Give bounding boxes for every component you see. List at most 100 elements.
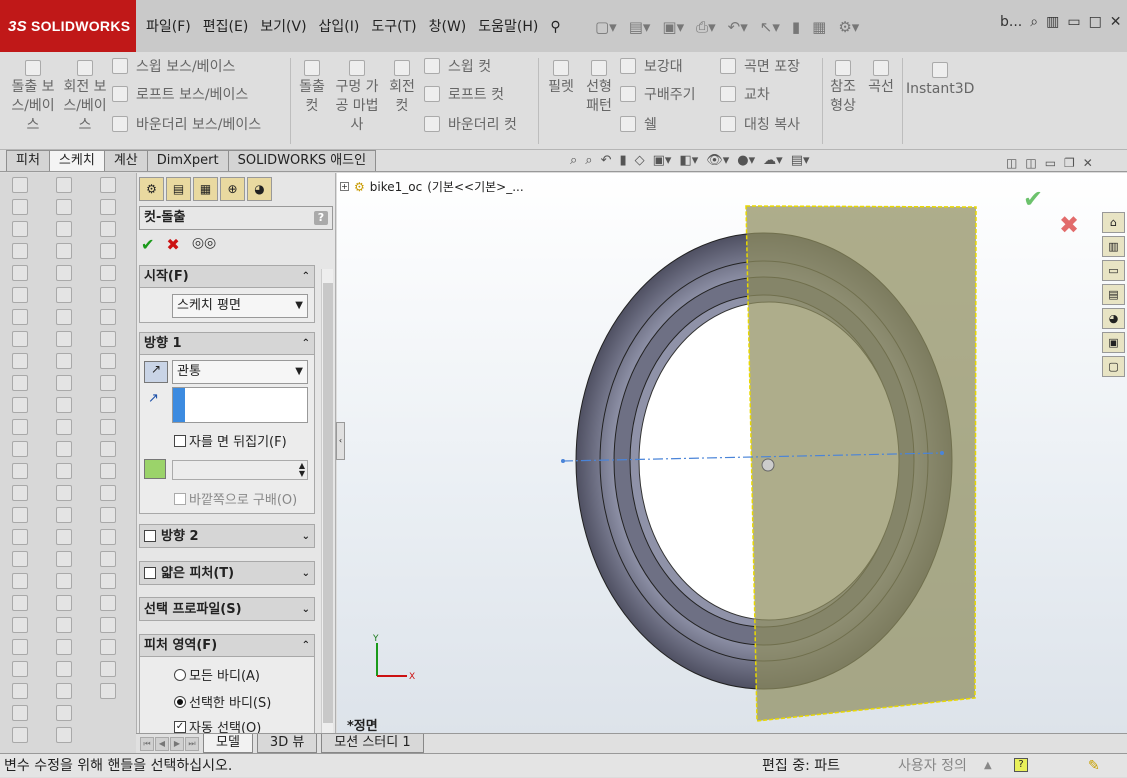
tool-icon[interactable] bbox=[100, 309, 116, 325]
boss-extrude-button[interactable]: 돌출 보스/베이스 bbox=[10, 60, 56, 135]
display-style-icon[interactable]: ◧▾ bbox=[679, 153, 698, 168]
search-commands-icon[interactable]: ⌕ bbox=[1030, 14, 1038, 30]
tool-icon[interactable] bbox=[56, 419, 72, 435]
tool-icon[interactable] bbox=[56, 507, 72, 523]
tool-icon[interactable] bbox=[56, 243, 72, 259]
tool-icon[interactable] bbox=[12, 265, 28, 281]
checkbox-icon[interactable] bbox=[144, 530, 156, 542]
tool-icon[interactable] bbox=[56, 683, 72, 699]
linear-pattern-button[interactable]: 선형 패턴 bbox=[582, 60, 616, 116]
tool-icon[interactable] bbox=[56, 375, 72, 391]
help-icon[interactable]: ? bbox=[314, 211, 328, 225]
split-view-icon[interactable]: ◫ bbox=[1006, 156, 1017, 170]
tool-icon[interactable] bbox=[100, 595, 116, 611]
tab-model[interactable]: 모델 bbox=[203, 734, 253, 753]
cut-extrude-button[interactable]: 돌출 컷 bbox=[294, 60, 330, 116]
handle-point[interactable] bbox=[561, 459, 565, 463]
group-header[interactable]: 시작(F) ⌃ bbox=[140, 266, 314, 288]
maximize-icon[interactable]: □ bbox=[1089, 14, 1102, 30]
tool-icon[interactable] bbox=[12, 353, 28, 369]
feature-manager-tab-icon[interactable]: ⚙ bbox=[139, 177, 164, 201]
tool-icon[interactable] bbox=[100, 243, 116, 259]
cancel-icon[interactable]: ✖ bbox=[166, 235, 179, 254]
tab-dimxpert[interactable]: DimXpert bbox=[146, 150, 229, 171]
last-tab-icon[interactable]: ⏭ bbox=[185, 736, 199, 751]
tool-icon[interactable] bbox=[56, 309, 72, 325]
configuration-manager-tab-icon[interactable]: ▦ bbox=[193, 177, 218, 201]
tool-icon[interactable] bbox=[12, 573, 28, 589]
tool-icon[interactable] bbox=[100, 529, 116, 545]
scene-icon[interactable]: ☁▾ bbox=[763, 153, 783, 168]
ok-icon[interactable]: ✔ bbox=[141, 235, 154, 254]
checkbox-icon[interactable] bbox=[144, 567, 156, 579]
expand-icon[interactable]: ⌄ bbox=[302, 526, 310, 547]
tool-icon[interactable] bbox=[56, 397, 72, 413]
tool-icon[interactable] bbox=[56, 441, 72, 457]
tool-icon[interactable] bbox=[12, 441, 28, 457]
tool-icon[interactable] bbox=[12, 529, 28, 545]
help-icon[interactable]: ? bbox=[1014, 758, 1028, 772]
menu-edit[interactable]: 편집(E) bbox=[197, 14, 255, 40]
doc-restore-icon[interactable]: ▥ bbox=[1046, 14, 1059, 30]
tool-icon[interactable] bbox=[100, 265, 116, 281]
wrap-button[interactable]: 곡면 포장 bbox=[720, 56, 800, 76]
menu-file[interactable]: 파일(F) bbox=[140, 14, 197, 40]
tool-icon[interactable] bbox=[100, 177, 116, 193]
menu-insert[interactable]: 삽입(I) bbox=[313, 14, 366, 40]
flip-side-checkbox[interactable]: 자를 면 뒤집기(F) bbox=[174, 431, 287, 450]
open-icon[interactable]: ▤▾ bbox=[629, 18, 651, 36]
rib-button[interactable]: 보강대 bbox=[620, 56, 683, 76]
tool-icon[interactable] bbox=[56, 661, 72, 677]
tool-icon[interactable] bbox=[100, 353, 116, 369]
mirror-button[interactable]: 대칭 복사 bbox=[720, 114, 800, 134]
draft-outward-checkbox[interactable]: 바깥쪽으로 구배(O) bbox=[174, 489, 297, 508]
boundary-cut-button[interactable]: 바운더리 컷 bbox=[424, 114, 517, 134]
collapse-icon[interactable]: ⌃ bbox=[302, 266, 310, 287]
first-tab-icon[interactable]: ⏮ bbox=[140, 736, 154, 751]
end-condition-select[interactable]: 관통 ▼ bbox=[172, 360, 308, 384]
tab-evaluate[interactable]: 계산 bbox=[103, 150, 148, 171]
appearance-icon[interactable]: ●▾ bbox=[737, 153, 755, 168]
tool-icon[interactable] bbox=[12, 683, 28, 699]
tab-3d-view[interactable]: 3D 뷰 bbox=[256, 734, 318, 753]
hole-wizard-button[interactable]: 구멍 가공 마법사 bbox=[334, 60, 380, 135]
zoom-area-icon[interactable]: ⌕ bbox=[585, 153, 592, 168]
property-manager-tab-icon[interactable]: ▤ bbox=[166, 177, 191, 201]
graphics-area[interactable]: Y X ✔ ✖ *정면 bbox=[337, 173, 1127, 734]
tool-icon[interactable] bbox=[100, 551, 116, 567]
design-library-icon[interactable]: ▥ bbox=[1102, 236, 1125, 257]
tool-icon[interactable] bbox=[100, 419, 116, 435]
tool-icon[interactable] bbox=[56, 595, 72, 611]
tool-icon[interactable] bbox=[56, 287, 72, 303]
tool-icon[interactable] bbox=[100, 441, 116, 457]
collapse-panel-handle[interactable]: ‹ bbox=[336, 422, 345, 460]
view-palette-icon[interactable]: ▤ bbox=[1102, 284, 1125, 305]
next-tab-icon[interactable]: ▶ bbox=[170, 736, 184, 751]
tool-icon[interactable] bbox=[56, 485, 72, 501]
tool-icon[interactable] bbox=[56, 177, 72, 193]
tool-icon[interactable] bbox=[56, 331, 72, 347]
notification-icon[interactable]: ✎ bbox=[1088, 754, 1100, 778]
direction-selection-box[interactable] bbox=[172, 387, 308, 423]
tool-icon[interactable] bbox=[12, 617, 28, 633]
tab-sketch[interactable]: 스케치 bbox=[48, 150, 105, 171]
preview-icon[interactable]: ◎◎ bbox=[192, 235, 216, 254]
reference-geometry-button[interactable]: 참조 형상 bbox=[826, 60, 860, 116]
rebuild-icon[interactable]: ▮ bbox=[792, 18, 800, 36]
menu-tools[interactable]: 도구(T) bbox=[365, 14, 422, 40]
scrollbar-thumb[interactable] bbox=[323, 283, 333, 723]
tool-icon[interactable] bbox=[56, 639, 72, 655]
collapse-icon[interactable]: ⌃ bbox=[302, 635, 310, 656]
draft-toggle-icon[interactable] bbox=[144, 459, 166, 479]
tool-icon[interactable] bbox=[56, 199, 72, 215]
minimize-icon[interactable]: ▭ bbox=[1067, 14, 1080, 30]
tool-icon[interactable] bbox=[100, 661, 116, 677]
group-header[interactable]: 방향 1 ⌃ bbox=[140, 333, 314, 355]
solidworks-logo[interactable]: 3S SOLIDWORKS bbox=[0, 0, 136, 52]
group-header[interactable]: 선택 프로파일(S) ⌄ bbox=[140, 598, 314, 620]
appearances-icon[interactable]: ◕ bbox=[1102, 308, 1125, 329]
tool-icon[interactable] bbox=[100, 507, 116, 523]
tool-icon[interactable] bbox=[100, 485, 116, 501]
cut-revolve-button[interactable]: 회전 컷 bbox=[384, 60, 420, 116]
expand-icon[interactable]: + bbox=[340, 182, 349, 191]
